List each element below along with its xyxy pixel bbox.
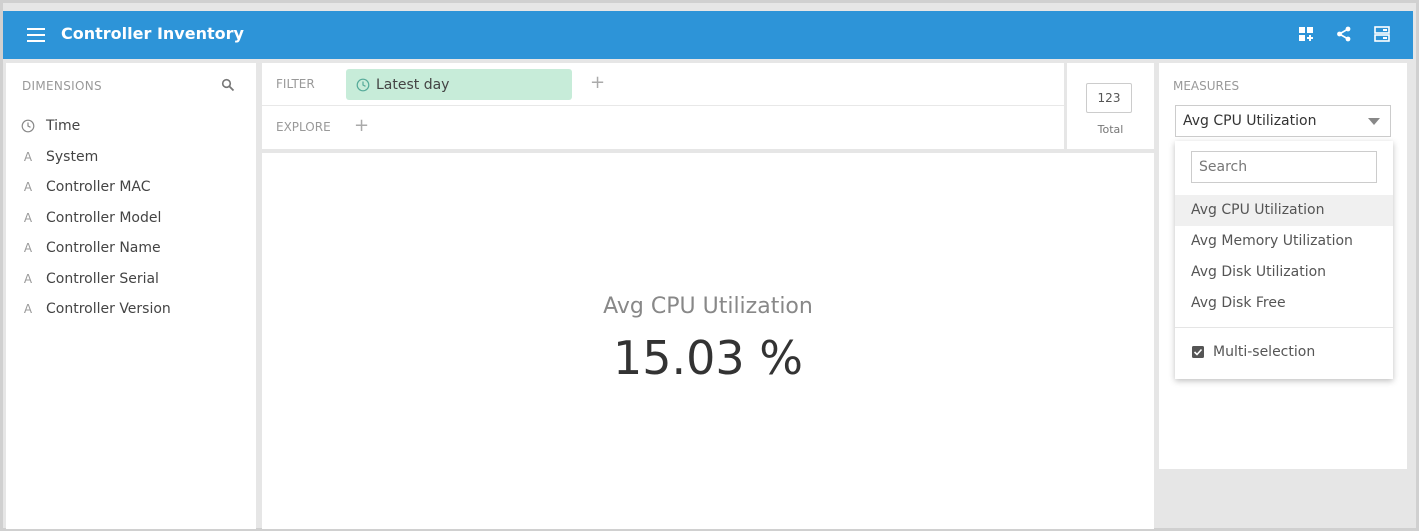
total-label: Total xyxy=(1097,123,1124,136)
measure-search-input[interactable] xyxy=(1191,151,1377,183)
page-title: Controller Inventory xyxy=(61,24,244,43)
search-icon[interactable] xyxy=(221,77,235,92)
dimension-list: Time A System A Controller MAC A Control… xyxy=(20,111,171,325)
dimension-label: System xyxy=(46,148,99,165)
dimension-label: Controller Version xyxy=(46,301,171,318)
filter-bar: FILTER Latest day + EXPLORE + xyxy=(262,63,1064,149)
text-type-icon: A xyxy=(23,302,33,317)
dimension-item-system[interactable]: A System xyxy=(20,142,171,173)
toolbar xyxy=(1297,25,1391,43)
measure-select[interactable]: Avg CPU Utilization xyxy=(1175,105,1391,137)
checkbox-icon xyxy=(1192,346,1204,358)
filter-pill-label: Latest day xyxy=(376,76,450,93)
clock-icon xyxy=(20,118,36,134)
text-type-icon: A xyxy=(23,180,33,195)
text-type-icon: A xyxy=(23,210,33,225)
multi-selection-toggle[interactable]: Multi-selection xyxy=(1191,344,1315,360)
dimension-label: Time xyxy=(46,118,81,135)
layout-icon[interactable] xyxy=(1373,25,1391,43)
filter-pill-latest-day[interactable]: Latest day xyxy=(346,69,572,100)
total-count: 123 xyxy=(1086,83,1132,113)
clock-icon xyxy=(356,78,370,91)
text-type-icon: A xyxy=(23,149,33,164)
share-icon[interactable] xyxy=(1335,25,1353,43)
explore-row: EXPLORE + xyxy=(262,106,1064,149)
dimensions-panel: DIMENSIONS Time A System A Controller MA… xyxy=(6,63,256,529)
add-explore-button[interactable]: + xyxy=(354,117,369,135)
measures-title: MEASURES xyxy=(1173,79,1240,93)
dimension-item-controller-mac[interactable]: A Controller MAC xyxy=(20,172,171,203)
dimension-item-controller-name[interactable]: A Controller Name xyxy=(20,233,171,264)
metric-title: Avg CPU Utilization xyxy=(603,294,813,319)
measure-dropdown: Avg CPU Utilization Avg Memory Utilizati… xyxy=(1175,141,1393,379)
text-type-icon: A xyxy=(23,241,33,256)
dimension-item-time[interactable]: Time xyxy=(20,111,171,142)
filter-label: FILTER xyxy=(276,77,315,91)
dimension-label: Controller MAC xyxy=(46,179,151,196)
dimension-item-controller-serial[interactable]: A Controller Serial xyxy=(20,264,171,295)
dimension-label: Controller Name xyxy=(46,240,161,257)
dimension-item-controller-version[interactable]: A Controller Version xyxy=(20,294,171,325)
measure-option[interactable]: Avg CPU Utilization xyxy=(1175,195,1393,226)
dashboard-add-icon[interactable] xyxy=(1297,25,1315,43)
add-filter-button[interactable]: + xyxy=(590,74,605,92)
dimension-item-controller-model[interactable]: A Controller Model xyxy=(20,203,171,234)
text-type-icon: A xyxy=(23,271,33,286)
measure-select-value: Avg CPU Utilization xyxy=(1183,113,1317,129)
explore-label: EXPLORE xyxy=(276,120,331,134)
menu-icon[interactable] xyxy=(27,28,45,42)
dimension-label: Controller Serial xyxy=(46,270,159,287)
metric-value: 15.03 % xyxy=(612,331,804,385)
measure-option[interactable]: Avg Disk Free xyxy=(1175,288,1393,319)
measure-option-list: Avg CPU Utilization Avg Memory Utilizati… xyxy=(1175,195,1393,319)
measure-option[interactable]: Avg Memory Utilization xyxy=(1175,226,1393,257)
visualization-area: Avg CPU Utilization 15.03 % xyxy=(262,153,1154,529)
chevron-down-icon xyxy=(1368,118,1380,125)
dimensions-title: DIMENSIONS xyxy=(22,79,102,93)
filter-row: FILTER Latest day + xyxy=(262,63,1064,106)
multi-selection-label: Multi-selection xyxy=(1213,344,1316,360)
divider xyxy=(1175,327,1393,328)
measure-option[interactable]: Avg Disk Utilization xyxy=(1175,257,1393,288)
dimension-label: Controller Model xyxy=(46,209,162,226)
top-bar: Controller Inventory xyxy=(3,11,1413,59)
total-box: 123 Total xyxy=(1067,63,1154,149)
